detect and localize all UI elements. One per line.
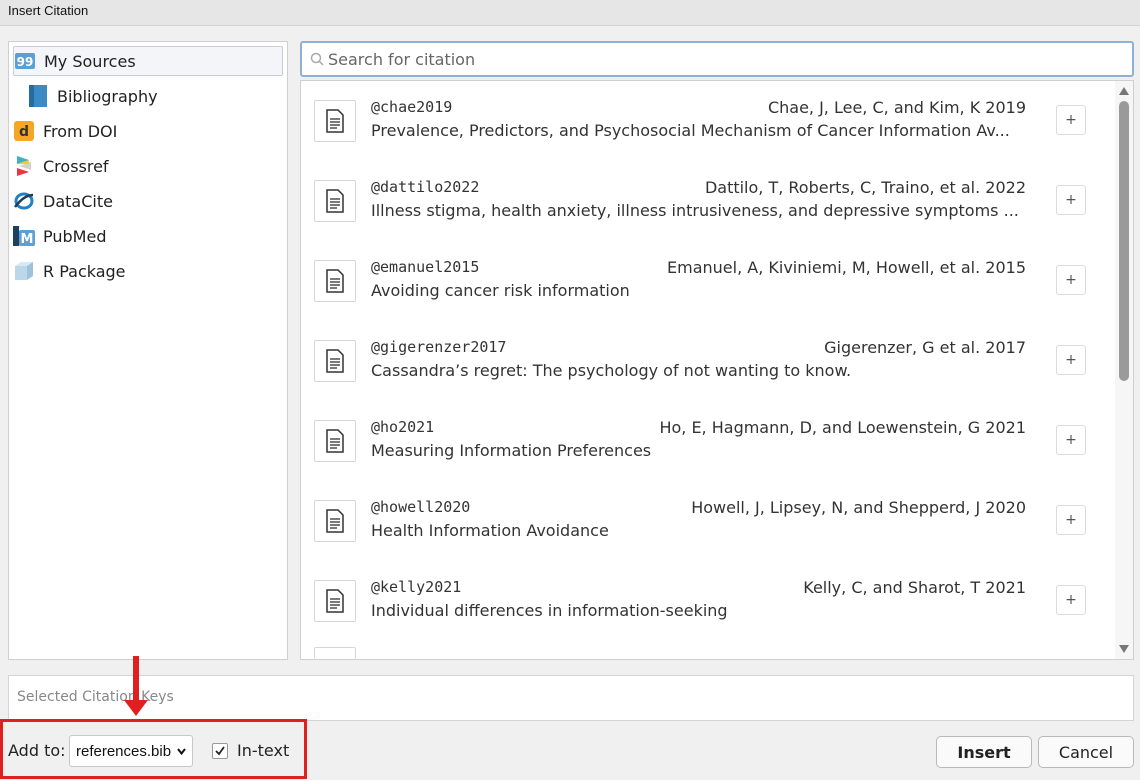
document-icon [314, 420, 356, 462]
datacite-icon [13, 190, 35, 212]
add-citation-button[interactable]: + [1056, 265, 1086, 295]
document-icon [314, 100, 356, 142]
sources-panel: 99 My Sources Bibliography d From DOI Cr… [8, 41, 288, 660]
citation-authors: Chae, J, Lee, C, and Kim, K 2019 [767, 98, 1026, 117]
pubmed-icon: M [13, 225, 35, 247]
citation-title: Illness stigma, health anxiety, illness … [371, 201, 1019, 220]
add-citation-button[interactable]: + [1056, 185, 1086, 215]
citation-key: @howell2020 [371, 498, 471, 516]
svg-text:d: d [19, 124, 29, 140]
annotation-arrow [133, 656, 139, 702]
citation-search [300, 41, 1134, 77]
results-scrollbar[interactable] [1115, 81, 1133, 659]
source-label: R Package [43, 261, 126, 281]
result-row[interactable]: @emanuel2015 Emanuel, A, Kiviniemi, M, H… [301, 241, 1116, 321]
search-icon [310, 52, 324, 66]
source-item-bibliography[interactable]: Bibliography [27, 81, 297, 111]
source-item-my-sources[interactable]: 99 My Sources [13, 46, 283, 76]
title-bar: Insert Citation [0, 0, 1140, 26]
document-icon [314, 580, 356, 622]
citation-authors: Ho, E, Hagmann, D, and Loewenstein, G 20… [659, 418, 1026, 437]
selected-keys-placeholder: Selected Citation Keys [17, 689, 174, 705]
window-title: Insert Citation [8, 3, 89, 18]
scroll-down-icon[interactable] [1119, 645, 1129, 653]
source-label: Bibliography [57, 86, 158, 106]
search-input[interactable] [328, 48, 1118, 70]
my-sources-icon: 99 [14, 50, 36, 72]
source-label: Crossref [43, 156, 109, 176]
source-label: DataCite [43, 191, 113, 211]
result-row[interactable]: @chae2019 Chae, J, Lee, C, and Kim, K 20… [301, 81, 1116, 161]
result-row[interactable]: @howell2020 Howell, J, Lipsey, N, and Sh… [301, 481, 1116, 561]
citation-key: @ho2021 [371, 418, 435, 436]
source-item-r-package[interactable]: R Package [13, 256, 283, 286]
selected-citation-keys[interactable]: Selected Citation Keys [8, 675, 1134, 721]
citation-authors: Kelly, C, and Sharot, T 2021 [803, 578, 1026, 597]
citation-key: @kelly2021 [371, 578, 462, 596]
cancel-button[interactable]: Cancel [1038, 736, 1134, 768]
source-item-crossref[interactable]: Crossref [13, 151, 283, 181]
add-citation-button[interactable]: + [1056, 105, 1086, 135]
result-row[interactable]: @ho2021 Ho, E, Hagmann, D, and Loewenste… [301, 401, 1116, 481]
annotation-highlight-box [0, 719, 307, 779]
document-icon [314, 340, 356, 382]
source-item-from-doi[interactable]: d From DOI [13, 116, 283, 146]
citation-title: Avoiding cancer risk information [371, 281, 630, 300]
r-package-icon [13, 260, 35, 282]
crossref-icon [13, 155, 35, 177]
citation-title: Health Information Avoidance [371, 521, 609, 540]
result-row[interactable]: @gigerenzer2017 Gigerenzer, G et al. 201… [301, 321, 1116, 401]
citation-authors: Gigerenzer, G et al. 2017 [824, 338, 1026, 357]
insert-button[interactable]: Insert [936, 736, 1032, 768]
svg-text:99: 99 [17, 55, 34, 69]
citation-title: Individual differences in information-se… [371, 601, 728, 620]
citation-key: @dattilo2022 [371, 178, 480, 196]
citation-authors: Dattilo, T, Roberts, C, Traino, et al. 2… [704, 178, 1026, 197]
scrollbar-thumb[interactable] [1119, 101, 1129, 381]
citation-key: @gigerenzer2017 [371, 338, 507, 356]
citation-key: @emanuel2015 [371, 258, 480, 276]
add-citation-button[interactable]: + [1056, 425, 1086, 455]
result-row[interactable]: @dattilo2022 Dattilo, T, Roberts, C, Tra… [301, 161, 1116, 241]
citation-title: Cassandra’s regret: The psychology of no… [371, 361, 852, 380]
citation-key: @chae2019 [371, 98, 453, 116]
citation-title: Measuring Information Preferences [371, 441, 652, 460]
source-label: PubMed [43, 226, 107, 246]
citation-authors: Emanuel, A, Kiviniemi, M, Howell, et al.… [667, 258, 1026, 277]
results-list: @chae2019 Chae, J, Lee, C, and Kim, K 20… [300, 80, 1134, 660]
source-item-datacite[interactable]: DataCite [13, 186, 283, 216]
citation-authors: Howell, J, Lipsey, N, and Shepperd, J 20… [691, 498, 1026, 517]
doi-icon: d [13, 120, 35, 142]
result-row[interactable]: @kelly2021 Kelly, C, and Sharot, T 2021 … [301, 561, 1116, 641]
source-item-pubmed[interactable]: M PubMed [13, 221, 283, 251]
annotation-arrow-head [124, 700, 148, 716]
document-icon [314, 260, 356, 302]
bibliography-icon [27, 85, 49, 107]
svg-text:M: M [21, 232, 34, 246]
citation-title: Prevalence, Predictors, and Psychosocial… [371, 121, 1010, 140]
result-row-partial[interactable] [301, 647, 1116, 659]
document-icon [314, 647, 356, 659]
add-citation-button[interactable]: + [1056, 585, 1086, 615]
scroll-up-icon[interactable] [1119, 87, 1129, 95]
source-label: From DOI [43, 121, 118, 141]
add-citation-button[interactable]: + [1056, 345, 1086, 375]
add-citation-button[interactable]: + [1056, 505, 1086, 535]
source-label: My Sources [44, 51, 136, 71]
document-icon [314, 180, 356, 222]
document-icon [314, 500, 356, 542]
